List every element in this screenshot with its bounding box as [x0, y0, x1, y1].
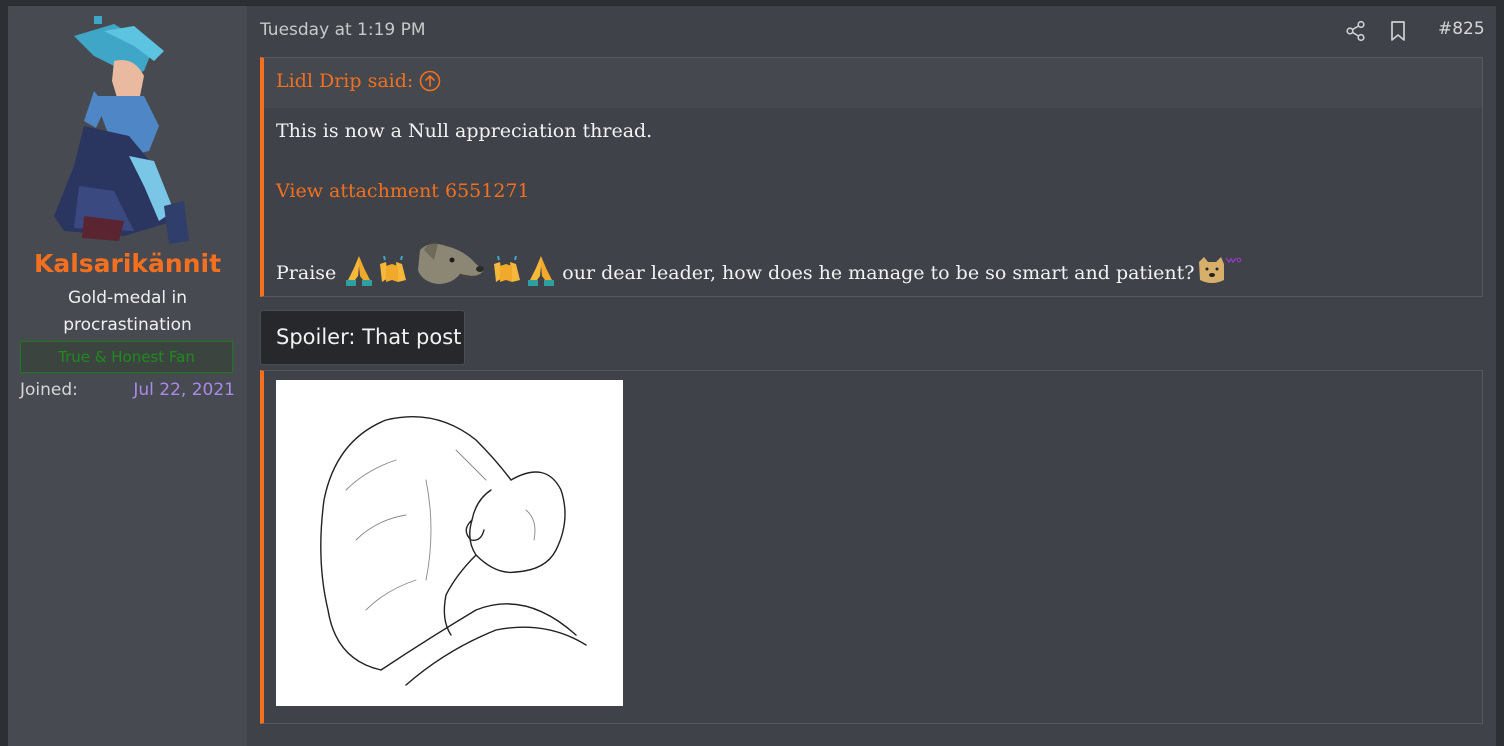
arrow-up-circle-icon[interactable]: [419, 70, 441, 92]
dog-face-icon: [418, 243, 485, 284]
user-sidebar: Kalsarikännit Gold-medal in procrastinat…: [8, 6, 247, 746]
joined-label: Joined:: [20, 380, 78, 400]
quote-header: Lidl Drip said:: [264, 58, 1482, 108]
attachment-link[interactable]: View attachment 6551271: [276, 180, 530, 202]
user-title: Gold-medal in procrastination: [63, 288, 192, 335]
quote-block: Lidl Drip said: This is now a Null appre…: [260, 57, 1483, 297]
joined-row: Joined: Jul 22, 2021: [20, 380, 235, 406]
post-date[interactable]: Tuesday at 1:19 PM: [260, 20, 426, 40]
post-number[interactable]: #825: [1438, 19, 1485, 39]
bookmark-icon[interactable]: [1388, 20, 1408, 42]
joined-date: Jul 22, 2021: [133, 380, 235, 400]
praying-hands-icon-2: [528, 256, 555, 286]
username[interactable]: Kalsarikännit: [8, 249, 247, 278]
avatar[interactable]: [34, 16, 204, 246]
praise-text: our dear leader, how does he manage to b…: [562, 262, 1195, 284]
raised-hands-icon: [380, 255, 407, 282]
raised-hands-icon-2: [494, 255, 521, 282]
sketch-image[interactable]: [276, 380, 623, 706]
quote-text-line: This is now a Null appreciation thread.: [276, 120, 653, 142]
user-banner: True & Honest Fan: [20, 341, 233, 373]
post-container: Kalsarikännit Gold-medal in procrastinat…: [8, 5, 1496, 746]
share-icon[interactable]: [1345, 20, 1367, 42]
spoiler-button[interactable]: Spoiler: That post: [260, 310, 465, 365]
praying-hands-icon: [346, 256, 373, 286]
praise-word: Praise: [276, 262, 337, 284]
doge-wow-icon: [1199, 257, 1242, 283]
quote-author[interactable]: Lidl Drip said:: [276, 70, 413, 92]
spoiler-content: [260, 370, 1483, 724]
quote-praise-line: Praise our dear leader, how does he mana…: [276, 236, 1242, 292]
